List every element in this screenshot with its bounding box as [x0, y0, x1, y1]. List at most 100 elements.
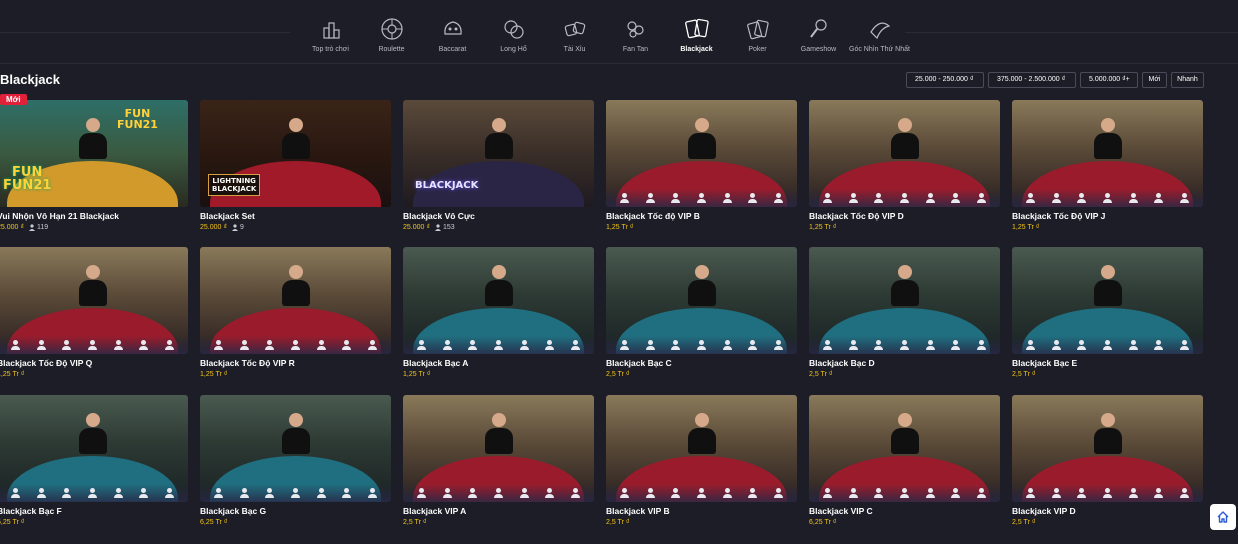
- nav-item-first-person[interactable]: Góc Nhìn Thứ Nhất: [849, 16, 910, 64]
- nav-item-poker[interactable]: Poker: [727, 16, 788, 64]
- game-thumbnail[interactable]: [606, 100, 797, 207]
- player-count-value: 153: [442, 224, 455, 231]
- filter-button[interactable]: 375.000 - 2.500.000 ₫: [988, 72, 1076, 88]
- min-bet: 2,5 Tr ₫: [1012, 371, 1036, 378]
- game-thumbnail[interactable]: [606, 247, 797, 354]
- game-card[interactable]: Mới FUN FUN21 FUN FUN21 Vui Nhộn Vô Hạn 21 Bl…: [0, 94, 188, 240]
- game-card[interactable]: Blackjack Tốc Độ VIP D 1,25 Tr ₫: [809, 100, 1000, 240]
- seat-icon: [62, 340, 72, 350]
- filter-button[interactable]: 25.000 - 250.000 ₫: [906, 72, 984, 88]
- game-meta: 1,25 Tr ₫: [809, 224, 1000, 231]
- player-count: 153: [434, 224, 455, 231]
- filter-button[interactable]: 5.000.000 ₫+: [1080, 72, 1138, 88]
- seat-icon: [1051, 488, 1061, 498]
- dealer-figure: [485, 413, 513, 454]
- seat-icon: [11, 340, 21, 350]
- game-meta: 1,25 Tr ₫: [0, 371, 188, 378]
- game-card[interactable]: Blackjack Tốc độ VIP B 1,25 Tr ₫: [606, 100, 797, 240]
- game-card[interactable]: Blackjack Bạc F 6,25 Tr ₫: [0, 395, 188, 535]
- min-bet: 2,5 Tr ₫: [606, 371, 630, 378]
- game-thumbnail[interactable]: [0, 247, 188, 354]
- min-bet: 6,25 Tr ₫: [809, 519, 837, 526]
- seat-icon: [874, 340, 884, 350]
- game-thumbnail[interactable]: [200, 247, 391, 354]
- seat-icon: [951, 340, 961, 350]
- game-card[interactable]: Blackjack Bạc E 2,5 Tr ₫: [1012, 247, 1203, 387]
- game-card[interactable]: Blackjack Bạc G 6,25 Tr ₫: [200, 395, 391, 535]
- filter-button[interactable]: Nhanh: [1171, 72, 1204, 88]
- nav-item-blackjack-cards[interactable]: Blackjack: [666, 16, 727, 64]
- nav-label: Fan Tan: [622, 46, 649, 53]
- nav-divider-left: [0, 32, 290, 33]
- game-name: Blackjack Bạc A: [403, 358, 469, 368]
- seat-icon: [519, 488, 529, 498]
- game-thumbnail[interactable]: FUN FUN21 FUN FUN21: [0, 100, 188, 207]
- seat-icon: [722, 340, 732, 350]
- seat-icon: [1102, 488, 1112, 498]
- game-name: Blackjack Tốc Độ VIP J: [1012, 211, 1106, 221]
- game-thumbnail[interactable]: [809, 395, 1000, 502]
- seat-icon: [1051, 193, 1061, 203]
- seat-icon: [620, 488, 630, 498]
- nav-item-dragon-tiger[interactable]: Long Hổ: [483, 16, 544, 64]
- nav-divider-right: [905, 32, 1238, 33]
- filter-button[interactable]: Mới: [1142, 72, 1167, 88]
- game-thumbnail[interactable]: [809, 247, 1000, 354]
- game-thumbnail[interactable]: [200, 395, 391, 502]
- game-card[interactable]: Blackjack VIP B 2,5 Tr ₫: [606, 395, 797, 535]
- nav-item-roulette[interactable]: Roulette: [361, 16, 422, 64]
- seat-icon: [11, 488, 21, 498]
- game-card[interactable]: Blackjack Bạc A 1,25 Tr ₫: [403, 247, 594, 387]
- dragon-tiger-icon: [501, 16, 527, 42]
- seat-indicators: [809, 189, 1000, 207]
- game-card[interactable]: Blackjack Tốc Độ VIP R 1,25 Tr ₫: [200, 247, 391, 387]
- seat-icon: [316, 340, 326, 350]
- game-card[interactable]: BLACKJACK Blackjack Vô Cực 25.000 ₫ 153: [403, 100, 594, 240]
- seat-icon: [696, 193, 706, 203]
- game-thumbnail[interactable]: [0, 395, 188, 502]
- seat-icon: [1077, 193, 1087, 203]
- game-meta: 25.000 ₫ 119: [0, 224, 188, 231]
- seat-icon: [1077, 340, 1087, 350]
- dealer-figure: [282, 413, 310, 454]
- game-thumbnail[interactable]: [606, 395, 797, 502]
- game-thumbnail[interactable]: BLACKJACK: [403, 100, 594, 207]
- seat-icon: [164, 340, 174, 350]
- game-name: Blackjack Tốc Độ VIP Q: [0, 358, 93, 368]
- game-thumbnail[interactable]: [1012, 100, 1203, 207]
- nav-item-baccarat[interactable]: Baccarat: [422, 16, 483, 64]
- home-button[interactable]: [1210, 504, 1236, 530]
- seat-icon: [823, 340, 833, 350]
- game-card[interactable]: Blackjack Tốc Độ VIP J 1,25 Tr ₫: [1012, 100, 1203, 240]
- seat-icon: [570, 340, 580, 350]
- game-thumbnail[interactable]: [809, 100, 1000, 207]
- user-icon: [434, 224, 441, 231]
- nav-item-dice[interactable]: Tài Xỉu: [544, 16, 605, 64]
- game-thumbnail[interactable]: [1012, 247, 1203, 354]
- nav-item-gameshow-mic[interactable]: Gameshow: [788, 16, 849, 64]
- game-thumbnail[interactable]: [403, 395, 594, 502]
- fantan-icon: [623, 16, 649, 42]
- game-card[interactable]: Blackjack VIP A 2,5 Tr ₫: [403, 395, 594, 535]
- game-thumbnail[interactable]: [1012, 395, 1203, 502]
- game-card[interactable]: Blackjack Tốc Độ VIP Q 1,25 Tr ₫: [0, 247, 188, 387]
- game-card[interactable]: Blackjack Bạc D 2,5 Tr ₫: [809, 247, 1000, 387]
- min-bet: 2,5 Tr ₫: [606, 519, 630, 526]
- game-card[interactable]: Blackjack VIP C 6,25 Tr ₫: [809, 395, 1000, 535]
- min-bet: 1,25 Tr ₫: [809, 224, 837, 231]
- seat-indicators: [809, 336, 1000, 354]
- nav-item-trophy[interactable]: Top trò chơi: [300, 16, 361, 64]
- seat-icon: [239, 488, 249, 498]
- game-name: Blackjack VIP A: [403, 506, 467, 516]
- seat-icon: [342, 340, 352, 350]
- seat-icon: [1026, 488, 1036, 498]
- game-card[interactable]: LIGHTNING BLACKJACK Blackjack Set 25.000 ₫ 9: [200, 100, 391, 240]
- game-thumbnail[interactable]: [403, 247, 594, 354]
- dealer-figure: [1094, 265, 1122, 306]
- game-card[interactable]: Blackjack Bạc C 2,5 Tr ₫: [606, 247, 797, 387]
- seat-icon: [493, 340, 503, 350]
- seat-icon: [1128, 193, 1138, 203]
- nav-item-fantan[interactable]: Fan Tan: [605, 16, 666, 64]
- game-thumbnail[interactable]: LIGHTNING BLACKJACK: [200, 100, 391, 207]
- game-card[interactable]: Blackjack VIP D 2,5 Tr ₫: [1012, 395, 1203, 535]
